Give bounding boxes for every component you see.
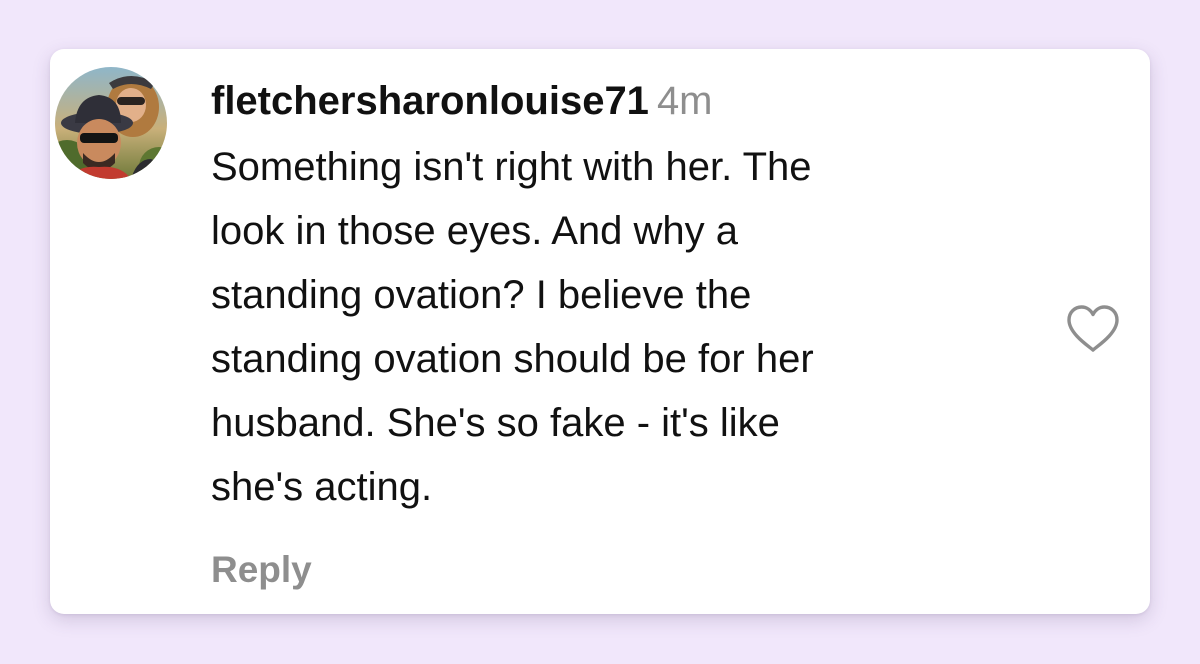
avatar[interactable] (55, 67, 167, 179)
comment-header: fletchersharonlouise71 4m (211, 75, 713, 127)
comment-text-line: husband. She's so fake - it's like (211, 401, 780, 445)
avatar-photo (55, 67, 167, 179)
heart-outline-icon (1067, 305, 1119, 352)
like-button[interactable] (1063, 302, 1123, 356)
username-link[interactable]: fletchersharonlouise71 (211, 79, 649, 123)
comment-text-line: standing ovation should be for her (211, 337, 814, 381)
comment-text-line: Something isn't right with her. The (211, 145, 812, 189)
timestamp: 4m (656, 79, 713, 123)
comment-text: Something isn't right with her. The look… (211, 135, 1031, 519)
comment-card: fletchersharonlouise71 4m Something isn't… (50, 49, 1150, 614)
reply-button[interactable]: Reply (211, 546, 312, 594)
comment-text-line: she's acting. (211, 465, 433, 509)
comment-text-line: look in those eyes. And why a (211, 209, 738, 253)
comment-text-line: standing ovation? I believe the (211, 273, 752, 317)
